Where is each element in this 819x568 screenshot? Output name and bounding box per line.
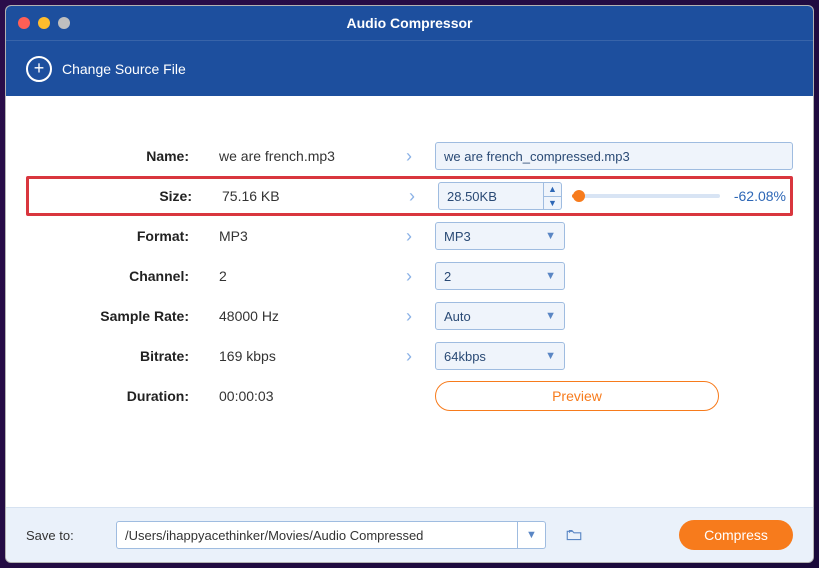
stepper-up-icon[interactable]: ▲ (544, 183, 561, 196)
label-duration: Duration: (26, 388, 201, 404)
chevron-down-icon: ▼ (526, 529, 537, 541)
app-window: Audio Compressor + Change Source File Na… (5, 5, 814, 563)
output-name-input[interactable] (435, 142, 793, 170)
content-area: Name: we are french.mp3 › Size: 75.16 KB… (6, 96, 813, 507)
row-channel: Channel: 2 › 2 ▼ (26, 256, 793, 296)
size-percent: -62.08% (730, 188, 790, 204)
name-original: we are french.mp3 (213, 148, 383, 164)
label-size: Size: (29, 188, 204, 204)
chevron-right-icon: › (395, 306, 423, 327)
format-select-value: MP3 (444, 229, 471, 244)
label-channel: Channel: (26, 268, 201, 284)
row-duration: Duration: 00:00:03 Preview (26, 376, 793, 416)
size-slider[interactable] (572, 194, 720, 198)
bitrate-select[interactable]: 64kbps ▼ (435, 342, 565, 370)
slider-thumb[interactable] (573, 190, 585, 202)
toolbar: + Change Source File (6, 41, 813, 96)
folder-open-icon (565, 526, 583, 544)
bitrate-select-value: 64kbps (444, 349, 486, 364)
footer: Save to: ▼ Compress (6, 507, 813, 562)
chevron-down-icon: ▼ (545, 310, 556, 322)
save-path-dropdown[interactable]: ▼ (518, 521, 546, 549)
open-folder-button[interactable] (564, 525, 584, 545)
row-bitrate: Bitrate: 169 kbps › 64kbps ▼ (26, 336, 793, 376)
size-original: 75.16 KB (216, 188, 386, 204)
size-target: 28.50KB (439, 189, 543, 204)
save-to-label: Save to: (26, 528, 104, 543)
chevron-down-icon: ▼ (545, 350, 556, 362)
label-name: Name: (26, 148, 201, 164)
compress-button[interactable]: Compress (679, 520, 793, 550)
save-path-input[interactable] (116, 521, 518, 549)
size-slider-wrap (572, 194, 720, 198)
label-format: Format: (26, 228, 201, 244)
preview-button[interactable]: Preview (435, 381, 719, 411)
bitrate-original: 169 kbps (213, 348, 383, 364)
format-select[interactable]: MP3 ▼ (435, 222, 565, 250)
chevron-down-icon: ▼ (545, 230, 556, 242)
row-sample-rate: Sample Rate: 48000 Hz › Auto ▼ (26, 296, 793, 336)
sample-rate-original: 48000 Hz (213, 308, 383, 324)
chevron-right-icon: › (395, 146, 423, 167)
chevron-right-icon: › (395, 226, 423, 247)
format-original: MP3 (213, 228, 383, 244)
channel-select-value: 2 (444, 269, 451, 284)
chevron-right-icon: › (398, 186, 426, 207)
add-source-icon[interactable]: + (26, 56, 52, 82)
chevron-down-icon: ▼ (545, 270, 556, 282)
row-size: Size: 75.16 KB › 28.50KB ▲ ▼ -62. (26, 176, 793, 216)
titlebar: Audio Compressor (6, 6, 813, 41)
row-name: Name: we are french.mp3 › (26, 136, 793, 176)
size-stepper[interactable]: 28.50KB ▲ ▼ (438, 182, 562, 210)
channel-original: 2 (213, 268, 383, 284)
row-format: Format: MP3 › MP3 ▼ (26, 216, 793, 256)
chevron-right-icon: › (395, 266, 423, 287)
channel-select[interactable]: 2 ▼ (435, 262, 565, 290)
chevron-right-icon: › (395, 346, 423, 367)
window-title: Audio Compressor (6, 15, 813, 31)
sample-rate-select-value: Auto (444, 309, 471, 324)
duration-value: 00:00:03 (213, 388, 383, 404)
stepper-down-icon[interactable]: ▼ (544, 196, 561, 210)
label-sample-rate: Sample Rate: (26, 308, 201, 324)
save-path-combo: ▼ (116, 521, 546, 549)
change-source-button[interactable]: Change Source File (62, 61, 186, 77)
label-bitrate: Bitrate: (26, 348, 201, 364)
sample-rate-select[interactable]: Auto ▼ (435, 302, 565, 330)
